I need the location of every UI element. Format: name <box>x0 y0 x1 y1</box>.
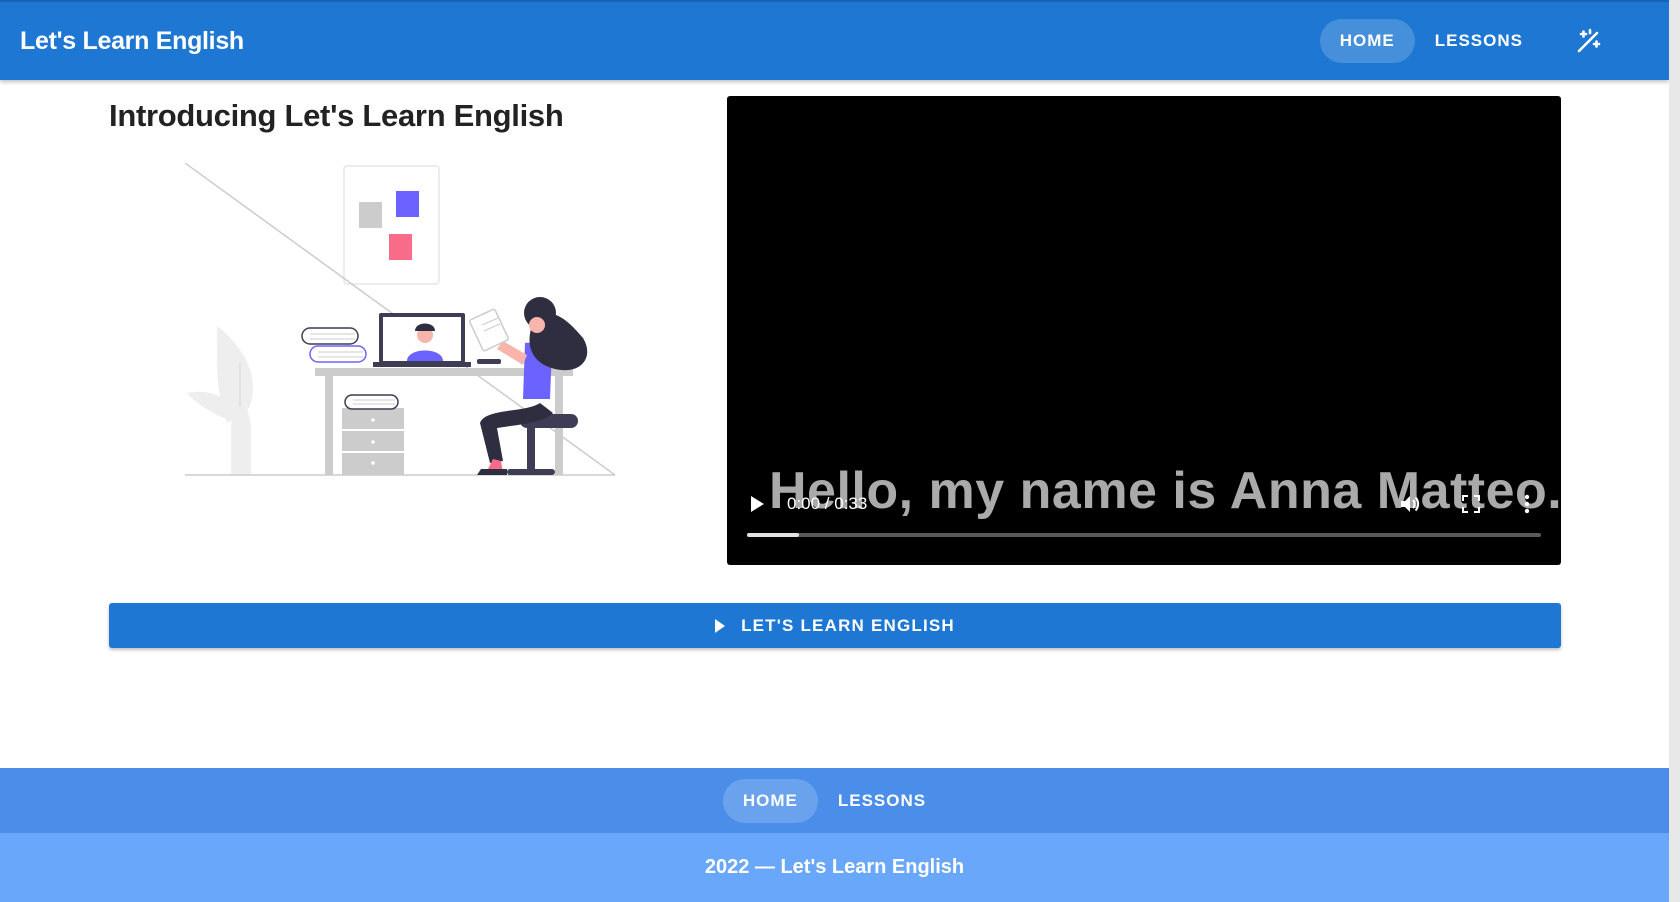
video-progress-bar[interactable] <box>747 533 1541 537</box>
header-nav: HOME LESSONS <box>1319 2 1669 80</box>
theme-toggle-icon <box>1577 28 1601 53</box>
brand-title[interactable]: Let's Learn English <box>20 27 244 56</box>
fullscreen-button[interactable] <box>1462 495 1480 518</box>
fullscreen-icon <box>1462 495 1480 513</box>
footer-nav: HOME LESSONS <box>0 768 1669 833</box>
scrollbar-track[interactable] <box>1669 0 1680 902</box>
footer-lessons-button[interactable]: LESSONS <box>818 779 946 823</box>
footer-home-button[interactable]: HOME <box>722 778 818 823</box>
nav-lessons-button[interactable]: LESSONS <box>1415 19 1543 63</box>
footer-copyright: 2022 — Let's Learn English <box>0 833 1669 902</box>
video-time: 0:00 / 0:33 <box>787 494 868 513</box>
volume-button[interactable] <box>1399 493 1421 520</box>
nav-home-button[interactable]: HOME <box>1319 19 1415 63</box>
more-options-icon <box>1524 494 1530 514</box>
play-icon <box>715 618 726 633</box>
page: Let's Learn English HOME LESSONS Introdu… <box>0 0 1669 902</box>
video-controls: 0:00 / 0:33 <box>727 475 1561 565</box>
app-bar: Let's Learn English HOME LESSONS <box>0 0 1669 80</box>
page-title: Introducing Let's Learn English <box>109 98 564 133</box>
lets-learn-english-button[interactable]: LET'S LEARN ENGLISH <box>109 603 1561 648</box>
video-buffered-fill <box>747 533 799 537</box>
online-learning-illustration <box>184 162 625 483</box>
more-options-button[interactable] <box>1524 494 1530 519</box>
video-player[interactable]: Hello, my name is Anna Matteo. 0:00 / 0:… <box>727 96 1561 565</box>
play-icon <box>751 496 764 512</box>
cta-label: LET'S LEARN ENGLISH <box>741 615 955 635</box>
volume-icon <box>1401 496 1420 512</box>
play-button[interactable] <box>749 495 765 518</box>
theme-toggle-button[interactable] <box>1567 19 1611 63</box>
